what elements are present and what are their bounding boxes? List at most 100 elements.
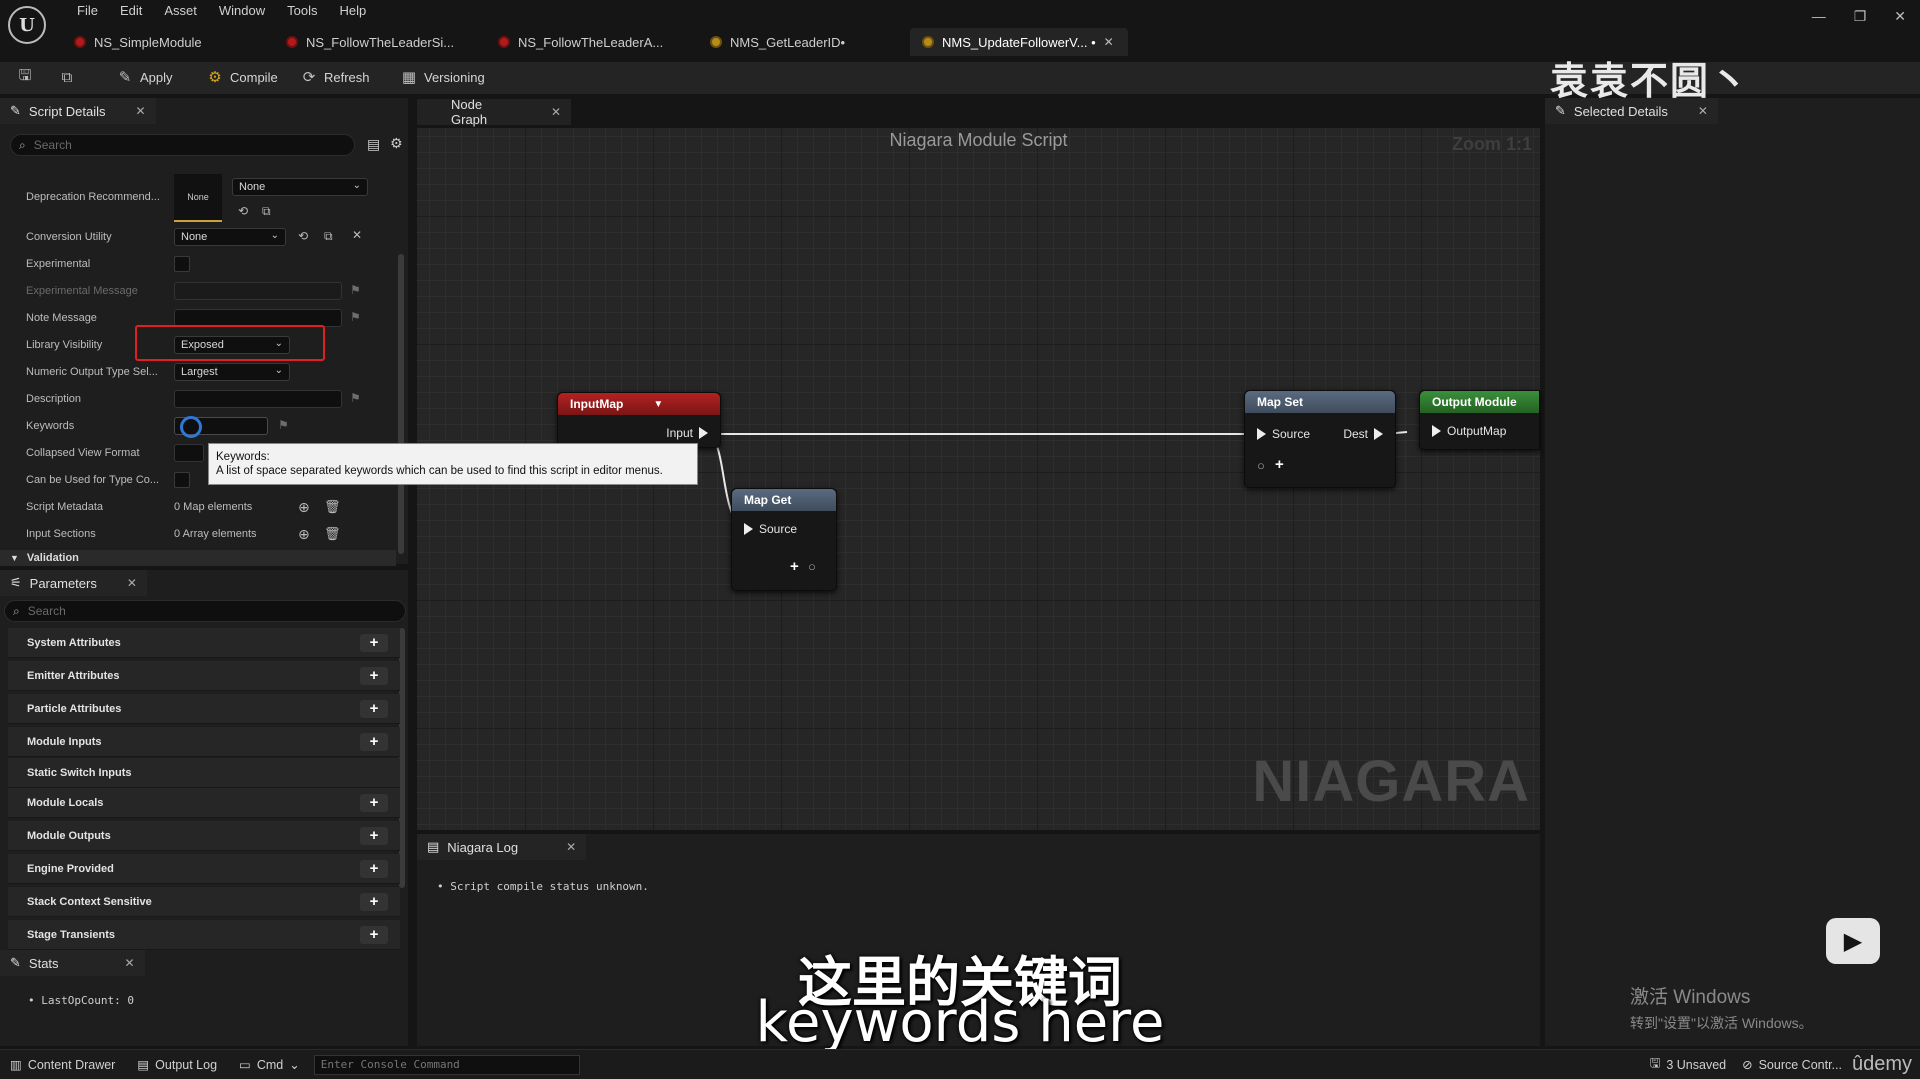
node-output-module[interactable]: Output Module OutputMap: [1419, 390, 1540, 450]
apply-button[interactable]: ✎ Apply: [116, 68, 173, 86]
input-pin-circle-icon[interactable]: ○: [1257, 458, 1265, 473]
source-control-button[interactable]: ⊘ Source Contr...: [1742, 1057, 1842, 1073]
collapsed-view-format-field[interactable]: [174, 444, 204, 462]
flag-icon[interactable]: ⚑: [350, 391, 361, 405]
add-pin-icon[interactable]: +: [790, 558, 799, 575]
trash-icon[interactable]: 🗑: [324, 499, 341, 515]
param-category-emitter-attributes[interactable]: Emitter Attributes +: [8, 661, 400, 691]
trash-icon[interactable]: 🗑: [324, 526, 341, 542]
save-button[interactable]: 🖫: [16, 67, 34, 86]
reset-icon[interactable]: ⟲: [238, 204, 248, 218]
add-pin-icon[interactable]: +: [1275, 456, 1284, 473]
numeric-output-type-combo[interactable]: Largest ⌄: [174, 363, 290, 381]
minimize-icon[interactable]: —: [1812, 8, 1826, 25]
close-icon[interactable]: ✕: [551, 105, 561, 119]
close-tab-icon[interactable]: ✕: [1104, 35, 1114, 49]
param-category-module-locals[interactable]: Module Locals +: [8, 788, 400, 818]
tab-nms-get-leader-id[interactable]: NMS_GetLeaderID•: [698, 28, 910, 56]
restore-icon[interactable]: ❐: [1854, 8, 1867, 25]
param-category-static-switch-inputs[interactable]: Static Switch Inputs: [8, 758, 400, 788]
param-category-engine-provided[interactable]: Engine Provided +: [8, 854, 400, 884]
cmd-icon: ▭: [239, 1058, 251, 1072]
tab-script-details[interactable]: ✎ Script Details ✕: [0, 98, 156, 124]
param-category-particle-attributes[interactable]: Particle Attributes +: [8, 694, 400, 724]
settings-gear-icon[interactable]: ⚙: [390, 135, 403, 152]
details-search-input[interactable]: ⌕ Search: [10, 134, 355, 156]
flag-icon[interactable]: ⚑: [278, 418, 289, 432]
add-icon[interactable]: +: [360, 826, 388, 845]
table-view-icon[interactable]: ▤: [367, 136, 380, 153]
parameters-search-input[interactable]: ⌕ Search: [4, 600, 406, 622]
unreal-logo-icon[interactable]: U: [8, 6, 46, 44]
compile-button[interactable]: ⚙ Compile: [206, 68, 277, 86]
tab-node-graph[interactable]: Node Graph ✕: [417, 97, 571, 127]
flag-icon[interactable]: ⚑: [350, 310, 361, 324]
browse-button[interactable]: ⧉: [58, 68, 76, 86]
close-icon[interactable]: ✕: [566, 840, 576, 854]
search-icon: ⌕: [13, 603, 20, 618]
content-drawer-button[interactable]: ▥ Content Drawer: [10, 1057, 115, 1073]
tab-ns-simple-module[interactable]: NS_SimpleModule: [62, 28, 274, 56]
unsaved-button[interactable]: 🖫 3 Unsaved: [1650, 1054, 1726, 1075]
add-icon[interactable]: +: [360, 859, 388, 878]
refresh-button[interactable]: ⟳ Refresh: [300, 68, 370, 86]
pin-source[interactable]: Source: [1257, 427, 1310, 441]
param-category-module-inputs[interactable]: Module Inputs +: [8, 727, 400, 757]
menu-asset[interactable]: Asset: [153, 3, 208, 19]
output-log-button[interactable]: ▤ Output Log: [137, 1057, 217, 1073]
add-icon[interactable]: +: [360, 793, 388, 812]
close-icon[interactable]: ✕: [1698, 104, 1708, 118]
pin-output-map[interactable]: OutputMap: [1432, 424, 1506, 438]
add-icon[interactable]: +: [360, 732, 388, 751]
validation-category[interactable]: ▼ Validation: [0, 550, 396, 566]
clear-icon[interactable]: ✕: [352, 228, 362, 242]
add-icon[interactable]: +: [360, 666, 388, 685]
conversion-utility-combo[interactable]: None ⌄: [174, 228, 286, 246]
param-category-system-attributes[interactable]: System Attributes +: [8, 628, 400, 658]
deprecation-thumbnail[interactable]: None: [174, 174, 222, 222]
pin-dest[interactable]: Dest: [1343, 427, 1383, 441]
node-input-map[interactable]: InputMap ▼ Input: [557, 392, 721, 448]
details-scrollbar[interactable]: [398, 254, 404, 554]
menu-edit[interactable]: Edit: [109, 3, 153, 19]
experimental-checkbox[interactable]: [174, 256, 190, 272]
output-pin-circle-icon[interactable]: ○: [808, 559, 816, 574]
add-icon[interactable]: +: [360, 892, 388, 911]
menu-file[interactable]: File: [66, 3, 109, 19]
tab-nms-update-follower[interactable]: NMS_UpdateFollowerV... • ✕: [910, 28, 1128, 56]
add-icon[interactable]: +: [360, 699, 388, 718]
versioning-icon: ▦: [401, 69, 417, 86]
add-element-icon[interactable]: ⊕: [298, 526, 310, 543]
close-window-icon[interactable]: ✕: [1894, 8, 1906, 25]
tab-ns-follow-the-leader-si[interactable]: NS_FollowTheLeaderSi...: [274, 28, 486, 56]
close-icon[interactable]: ✕: [135, 104, 145, 118]
deprecation-combo[interactable]: None ⌄: [232, 178, 368, 196]
menu-window[interactable]: Window: [208, 3, 276, 19]
description-field[interactable]: [174, 390, 342, 408]
dropdown-arrow-icon[interactable]: ▼: [653, 399, 663, 410]
console-command-input[interactable]: [313, 1054, 580, 1075]
param-category-stack-context-sensitive[interactable]: Stack Context Sensitive +: [8, 887, 400, 917]
close-icon[interactable]: ✕: [127, 576, 137, 590]
tab-niagara-log[interactable]: ▤ Niagara Log ✕: [417, 834, 587, 860]
exec-pin-icon: [1432, 425, 1441, 437]
reset-icon[interactable]: ⟲: [298, 229, 308, 243]
tab-ns-follow-the-leader-a[interactable]: NS_FollowTheLeaderA...: [486, 28, 698, 56]
browse-icon[interactable]: ⧉: [262, 204, 271, 219]
cmd-dropdown[interactable]: ▭ Cmd ⌄: [239, 1057, 300, 1073]
versioning-button[interactable]: ▦ Versioning: [400, 68, 485, 86]
menu-help[interactable]: Help: [328, 3, 377, 19]
add-element-icon[interactable]: ⊕: [298, 499, 310, 516]
browse-icon[interactable]: ⧉: [324, 229, 333, 244]
add-icon[interactable]: +: [360, 633, 388, 652]
pin-source[interactable]: Source: [744, 522, 797, 536]
tab-parameters[interactable]: ⚟ Parameters ✕: [0, 570, 147, 596]
param-category-module-outputs[interactable]: Module Outputs +: [8, 821, 400, 851]
tab-selected-details[interactable]: ✎ Selected Details ✕: [1545, 98, 1718, 124]
node-map-set[interactable]: Map Set Source Dest ○ +: [1244, 390, 1396, 488]
pin-input[interactable]: Input: [666, 426, 708, 440]
menu-tools[interactable]: Tools: [276, 3, 328, 19]
pencil-icon: ✎: [10, 103, 21, 118]
type-conversion-checkbox[interactable]: [174, 472, 190, 488]
node-map-get[interactable]: Map Get Source + ○: [731, 488, 837, 591]
